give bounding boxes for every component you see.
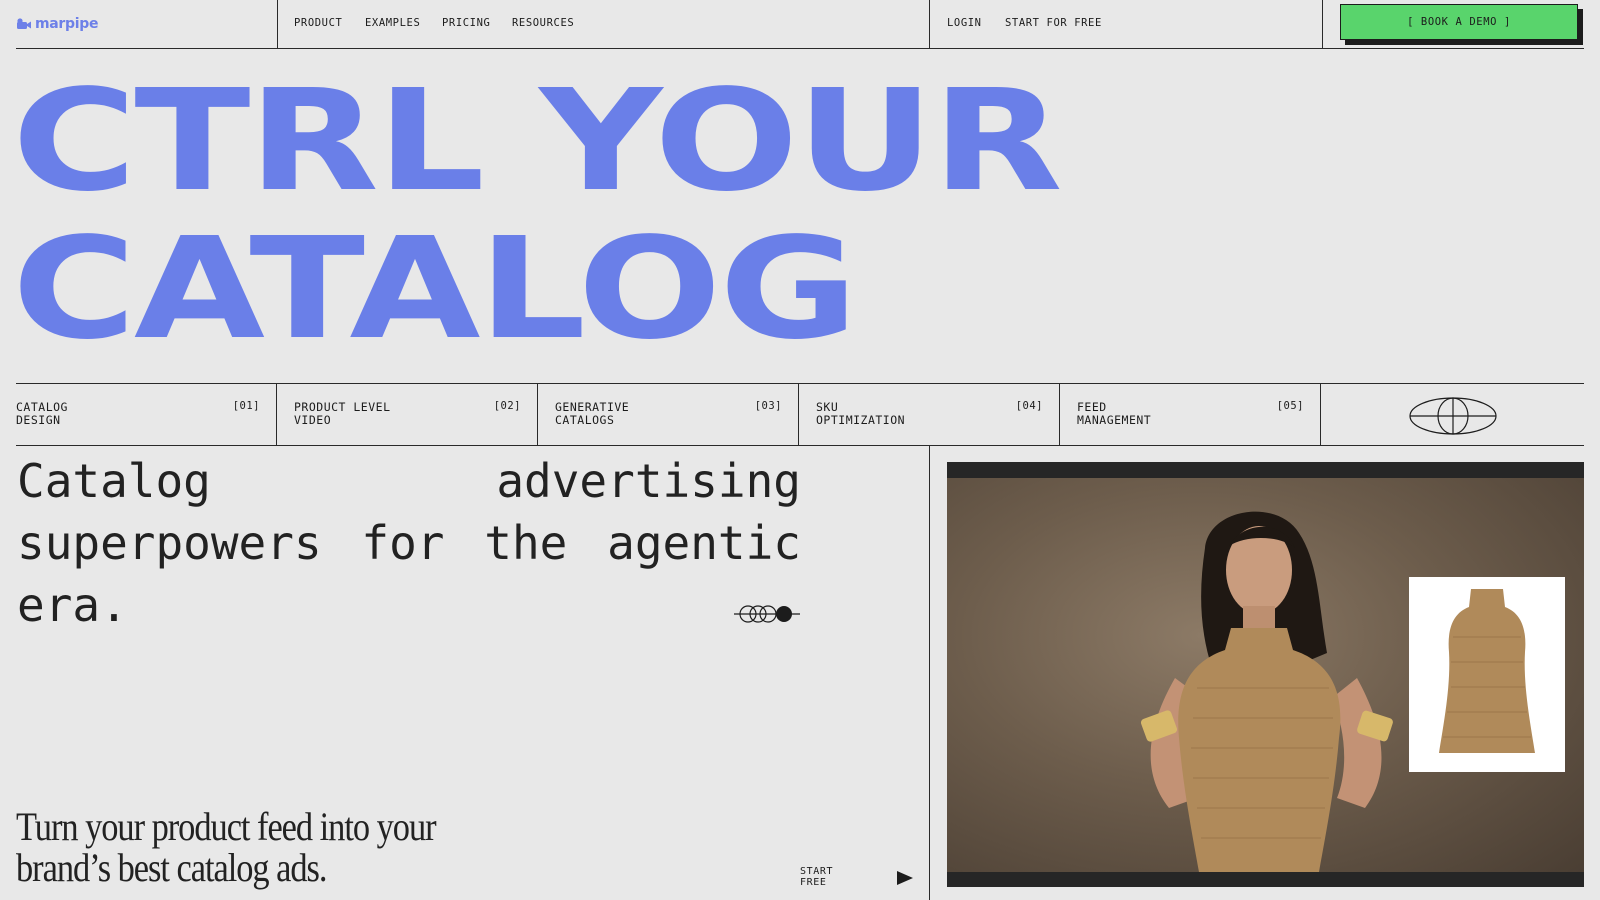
product-top-illustration xyxy=(1439,589,1535,753)
feature-catalog-design[interactable]: CATALOG DESIGN [01] xyxy=(16,384,277,445)
nav-link-product[interactable]: PRODUCT xyxy=(294,17,342,29)
tagline: Catalog advertising superpowers for the … xyxy=(17,454,801,632)
feature-generative-catalogs[interactable]: GENERATIVE CATALOGS [03] xyxy=(538,384,799,445)
hero-line-2: CATALOG xyxy=(12,208,858,371)
feature-number: [01] xyxy=(232,400,260,412)
feature-label: CATALOG DESIGN xyxy=(16,400,68,427)
hero-line-1: CTRL YOUR xyxy=(12,60,1063,223)
feature-number: [03] xyxy=(754,400,782,412)
nav-divider xyxy=(277,0,278,48)
globe-cell xyxy=(1321,384,1584,445)
feature-sku-optimization[interactable]: SKU OPTIMIZATION [04] xyxy=(799,384,1060,445)
marpipe-logo-icon xyxy=(17,18,31,29)
feature-product-level-video[interactable]: PRODUCT LEVEL VIDEO [02] xyxy=(277,384,538,445)
logo[interactable]: marpipe xyxy=(16,14,98,34)
hero-media[interactable] xyxy=(947,462,1584,887)
feature-number: [05] xyxy=(1276,400,1304,412)
section-divider xyxy=(929,446,930,900)
start-free-link[interactable]: START FREE xyxy=(800,866,833,888)
product-card[interactable] xyxy=(1409,577,1565,772)
nav-link-pricing[interactable]: PRICING xyxy=(442,17,490,29)
nav-divider xyxy=(929,0,930,48)
brand-name: marpipe xyxy=(35,16,99,32)
subheadline: Turn your product feed into your brand’s… xyxy=(16,804,437,890)
feature-label: GENERATIVE CATALOGS xyxy=(555,400,630,427)
nav-link-examples[interactable]: EXAMPLES xyxy=(365,17,420,29)
play-icon[interactable] xyxy=(896,870,914,886)
feature-label: PRODUCT LEVEL VIDEO xyxy=(294,400,391,427)
hero-headline: CTRL YOUR CATALOG xyxy=(12,68,1063,364)
feature-number: [04] xyxy=(1015,400,1043,412)
feature-strip: CATALOG DESIGN [01] PRODUCT LEVEL VIDEO … xyxy=(16,383,1584,446)
nav-divider xyxy=(1322,0,1323,48)
feature-feed-management[interactable]: FEED MANAGEMENT [05] xyxy=(1060,384,1321,445)
start-for-free-link[interactable]: START FOR FREE xyxy=(1005,17,1102,29)
globe-icon xyxy=(1409,397,1497,435)
feature-label: SKU OPTIMIZATION xyxy=(816,400,906,427)
book-demo-button[interactable]: [ BOOK A DEMO ] xyxy=(1340,4,1578,40)
rings-icon xyxy=(734,605,800,623)
feature-number: [02] xyxy=(493,400,521,412)
login-link[interactable]: LOGIN xyxy=(947,17,982,29)
nav-link-resources[interactable]: RESOURCES xyxy=(512,17,574,29)
feature-label: FEED MANAGEMENT xyxy=(1077,400,1152,427)
